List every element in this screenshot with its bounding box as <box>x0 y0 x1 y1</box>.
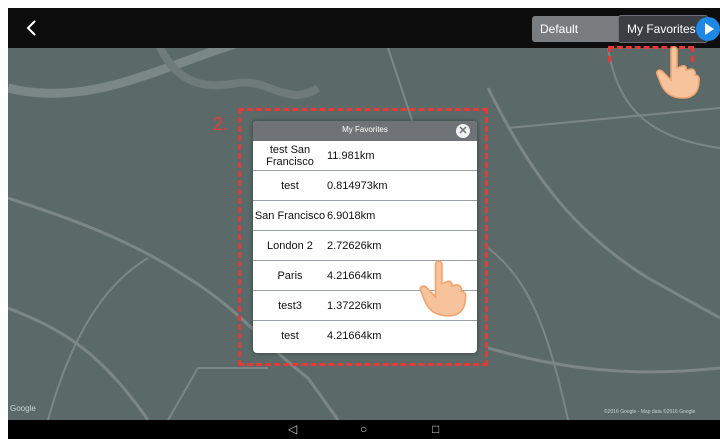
favorite-name: Paris <box>277 269 303 282</box>
dialog-header: My Favorites ✕ <box>253 121 477 141</box>
step-number: 2. <box>213 114 229 134</box>
favorite-distance: 4.21664km <box>327 329 382 342</box>
play-icon[interactable] <box>696 17 720 41</box>
app-screen: Default Routes My Favorites Google ©2016… <box>8 8 720 439</box>
nav-recents-icon[interactable]: □ <box>432 422 439 436</box>
favorite-distance: 4.21664km <box>327 269 382 282</box>
favorite-name: test <box>281 179 299 192</box>
favorite-name: test San Francisco <box>266 143 314 168</box>
favorite-row[interactable]: test San Francisco 11.981km <box>253 141 477 171</box>
favorite-row[interactable]: London 2 2.72626km <box>253 231 477 261</box>
close-icon[interactable]: ✕ <box>456 124 470 138</box>
favorite-distance: 0.814973km <box>327 179 388 192</box>
favorite-distance: 2.72626km <box>327 239 382 252</box>
nav-back-icon[interactable]: ◁ <box>288 422 297 436</box>
hand-pointer-icon <box>419 260 467 317</box>
favorite-name: London 2 <box>267 239 313 252</box>
android-nav-bar: ◁ ○ □ <box>8 420 720 439</box>
default-routes-button[interactable]: Default Routes <box>532 16 622 62</box>
back-icon[interactable] <box>18 14 46 42</box>
favorites-dialog: My Favorites ✕ test San Francisco 11.981… <box>253 121 477 353</box>
my-favorites-button[interactable]: My Favorites <box>618 15 708 43</box>
dialog-title: My Favorites <box>342 125 388 134</box>
favorite-row[interactable]: San Francisco 6.9018km <box>253 201 477 231</box>
favorite-name: San Francisco <box>254 209 326 222</box>
top-bar: Default Routes My Favorites <box>8 8 720 62</box>
favorite-row[interactable]: test 4.21664km <box>253 321 477 350</box>
google-logo: Google <box>10 404 36 413</box>
favorite-name: test3 <box>278 299 302 312</box>
map-attribution: ©2016 Google - Map data ©2016 Google <box>604 409 696 415</box>
favorite-distance: 6.9018km <box>327 209 376 222</box>
nav-home-icon[interactable]: ○ <box>360 422 367 436</box>
favorite-distance: 1.37226km <box>327 299 382 312</box>
favorite-row[interactable]: test 0.814973km <box>253 171 477 201</box>
hand-pointer-icon <box>656 46 700 99</box>
favorite-distance: 11.981km <box>327 149 375 162</box>
favorite-name: test <box>281 329 299 342</box>
